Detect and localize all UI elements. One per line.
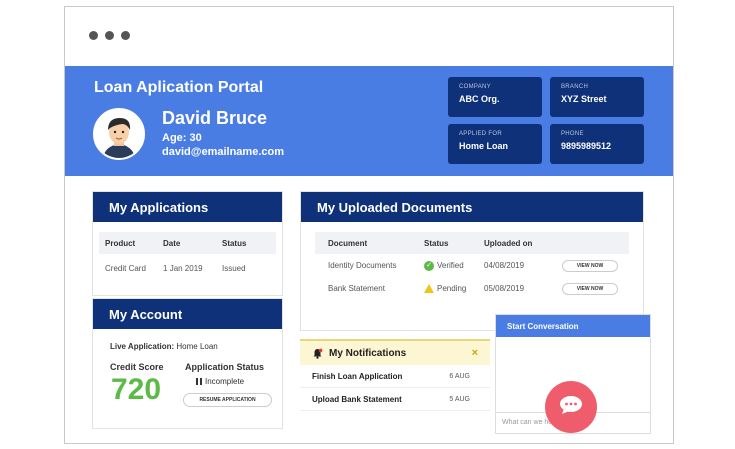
notification-item[interactable]: Finish Loan Application 6 AUG: [300, 365, 490, 388]
status-cell: Pending: [420, 284, 480, 293]
window-dot-icon[interactable]: [89, 31, 98, 40]
document-cell: Bank Statement: [328, 284, 385, 293]
application-status-label: Application Status: [185, 362, 265, 372]
table-row: Identity Documents ✓ Verified 04/08/2019…: [315, 254, 629, 277]
status-cell: Issued: [221, 263, 246, 273]
user-age: Age: 30: [162, 132, 202, 144]
table-row: Bank Statement Pending 05/08/2019 VIEW N…: [315, 277, 629, 300]
credit-score-value: 720: [111, 373, 162, 406]
user-email: david@emailname.com: [162, 146, 284, 158]
notifications-card: My Notifications × Finish Loan Applicati…: [300, 339, 490, 429]
phone-label: PHONE: [561, 131, 584, 137]
applied-for-info: APPLIED FOR Home Loan: [448, 124, 542, 164]
applied-for-label: APPLIED FOR: [459, 131, 502, 137]
status-text: Pending: [437, 284, 467, 293]
warning-icon: [424, 284, 434, 293]
notification-date: 6 AUG: [449, 372, 470, 380]
company-label: COMPANY: [459, 84, 491, 90]
live-application: Live Application: Home Loan: [110, 342, 218, 351]
view-now-button[interactable]: VIEW NOW: [562, 282, 618, 295]
account-card: My Account Live Application: Home Loan C…: [92, 298, 283, 429]
notifications-header: My Notifications ×: [300, 339, 490, 365]
chat-bubble-icon: [559, 395, 583, 420]
notification-item[interactable]: Upload Bank Statement 5 AUG: [300, 388, 490, 411]
documents-card: My Uploaded Documents Document Status Up…: [300, 191, 644, 331]
profile-header: Loan Aplication Portal David Bruce Age: …: [65, 66, 673, 176]
conversation-title: Start Conversation: [496, 315, 650, 337]
column-header: Status: [221, 238, 247, 248]
notification-text: Finish Loan Application: [312, 371, 403, 381]
window-controls: [89, 31, 130, 40]
application-status-value: Incomplete: [205, 377, 245, 386]
table-header: Document Status Uploaded on: [315, 232, 629, 254]
column-header: Product: [105, 238, 136, 248]
company-info: COMPANY ABC Org.: [448, 77, 542, 117]
browser-window: Loan Aplication Portal David Bruce Age: …: [64, 6, 674, 444]
branch-label: BRANCH: [561, 84, 589, 90]
product-cell: Credit Card: [105, 263, 146, 273]
table-header: Product Date Status: [99, 232, 276, 254]
applications-card: My Applications Product Date Status Cred…: [92, 191, 283, 296]
applications-title: My Applications: [93, 192, 282, 222]
column-header: Date: [163, 238, 181, 248]
notifications-title: My Notifications: [329, 347, 407, 359]
bell-icon: [312, 348, 323, 359]
check-circle-icon: ✓: [424, 260, 434, 271]
date-cell: 04/08/2019: [484, 261, 525, 270]
applied-for-value: Home Loan: [459, 141, 509, 151]
account-title: My Account: [93, 299, 282, 329]
date-cell: 05/08/2019: [484, 284, 525, 293]
documents-title: My Uploaded Documents: [301, 192, 643, 222]
branch-info: BRANCH XYZ Street: [550, 77, 644, 117]
column-header: Document: [328, 238, 368, 248]
avatar: [93, 108, 145, 160]
company-value: ABC Org.: [459, 94, 500, 104]
live-application-value: Home Loan: [176, 342, 218, 351]
notification-text: Upload Bank Statement: [312, 394, 402, 404]
credit-score-label: Credit Score: [110, 362, 164, 372]
status-text: Verified: [437, 261, 464, 270]
branch-value: XYZ Street: [561, 94, 607, 104]
applications-table: Product Date Status Credit Card 1 Jan 20…: [99, 232, 276, 282]
status-cell: ✓ Verified: [420, 260, 480, 271]
table-row[interactable]: Credit Card 1 Jan 2019 Issued: [99, 254, 276, 282]
phone-value: 9895989512: [561, 141, 612, 151]
view-now-button[interactable]: VIEW NOW: [562, 259, 618, 272]
document-cell: Identity Documents: [328, 261, 397, 270]
pause-icon: [196, 378, 202, 385]
date-cell: 1 Jan 2019: [163, 263, 203, 273]
notification-date: 5 AUG: [449, 395, 470, 403]
live-application-label: Live Application:: [110, 342, 175, 351]
column-header: Uploaded on: [484, 238, 533, 248]
portal-title: Loan Aplication Portal: [94, 79, 264, 96]
phone-info: PHONE 9895989512: [550, 124, 644, 164]
user-name: David Bruce: [162, 108, 268, 128]
window-dot-icon[interactable]: [105, 31, 114, 40]
chat-button[interactable]: [545, 381, 597, 433]
documents-table: Document Status Uploaded on Identity Doc…: [315, 232, 629, 300]
resume-application-button[interactable]: RESUME APPLICATION: [183, 393, 272, 407]
window-dot-icon[interactable]: [121, 31, 130, 40]
column-header: Status: [424, 238, 449, 248]
close-icon[interactable]: ×: [472, 347, 478, 359]
